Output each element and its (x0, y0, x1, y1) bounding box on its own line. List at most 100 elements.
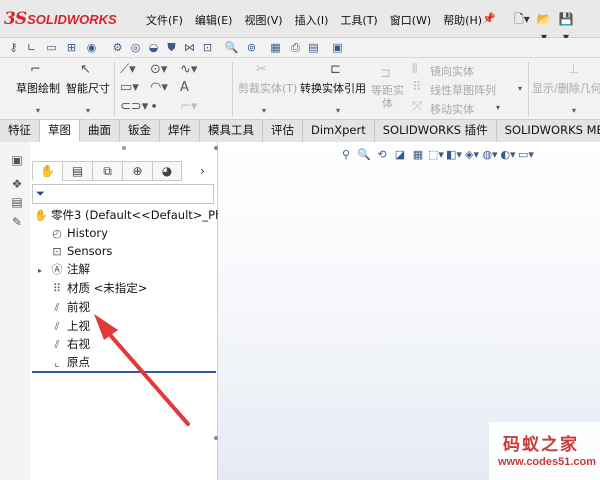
arc-icon[interactable]: ◠▾ (150, 80, 168, 95)
point-icon[interactable]: ∙ (150, 99, 158, 114)
zoom-icon[interactable]: 🔍 (224, 40, 239, 55)
globe-icon[interactable]: ◉ (84, 40, 99, 55)
zoom-area-icon[interactable]: 🔍 (356, 147, 372, 163)
tab-solidworks-mbd[interactable]: SOLIDWORKS MBD (496, 120, 600, 142)
tab-solidworks-addins[interactable]: SOLIDWORKS 插件 (374, 120, 497, 142)
gear-icon[interactable]: ⚙ (110, 40, 125, 55)
chevron-down-icon[interactable]: ▾ (86, 106, 90, 115)
text-icon[interactable]: A (180, 80, 189, 95)
rollback-bar[interactable] (32, 371, 216, 373)
expand-arrow-icon[interactable]: ▸ (38, 266, 42, 275)
display-manager-tab-icon[interactable]: ◕ (152, 161, 182, 181)
tree-item-sensors[interactable]: ⊡ Sensors (50, 242, 112, 260)
binoculars-icon[interactable]: ⊚ (244, 40, 259, 55)
tree-item-right-plane[interactable]: ⫽ 右视 (50, 335, 90, 353)
library-icon[interactable]: ❖ (9, 176, 25, 192)
tree-item-front-plane[interactable]: ⫽ 前视 (50, 298, 90, 316)
sketch-button[interactable]: 草图绘制 (16, 80, 60, 96)
offset-entities-button[interactable]: 等距实 体 (371, 84, 404, 110)
new-document-icon[interactable]: 🗋▾ (512, 10, 532, 28)
chevron-down-icon[interactable]: ▾ (336, 106, 340, 115)
tree-item-annotations[interactable]: Ⓐ 注解 (50, 260, 91, 278)
display-style-icon[interactable]: ◧▾ (446, 147, 462, 163)
tab-sketch[interactable]: 草图 (40, 120, 80, 142)
menu-tools[interactable]: 工具(T) (334, 12, 383, 28)
excel-icon[interactable]: ▦ (268, 40, 283, 55)
edit-appearance-icon[interactable]: ◍▾ (482, 147, 498, 163)
tab-sheet-metal[interactable]: 钣金 (120, 120, 160, 142)
tree-item-origin[interactable]: ⌞ 原点 (50, 353, 90, 371)
tree-filter-box[interactable]: ⏷ (32, 184, 214, 204)
network-icon[interactable]: ⊞ (64, 40, 79, 55)
dimxpert-manager-tab-icon[interactable]: ⊕ (122, 161, 152, 181)
configuration-manager-tab-icon[interactable]: ⧉ (92, 161, 122, 181)
smart-dimension-button[interactable]: 智能尺寸 (66, 80, 110, 96)
sensors-icon: ⊡ (52, 245, 62, 258)
appearance-icon[interactable]: ✎ (9, 214, 25, 230)
line-icon[interactable]: ⟋▾ (120, 62, 136, 77)
options-icon[interactable]: ▣ (330, 40, 345, 55)
dynamic-annotation-icon[interactable]: ▦ (410, 147, 426, 163)
key-icon[interactable]: ⚷ (6, 40, 21, 55)
shield-icon[interactable]: ⛊ (164, 40, 179, 55)
linear-pattern-icon: ⠿ (412, 80, 422, 95)
tab-evaluate[interactable]: 评估 (263, 120, 303, 142)
save-icon[interactable]: 💾▾ (556, 10, 576, 44)
report-icon[interactable]: ▤ (306, 40, 321, 55)
view-orientation-icon[interactable]: ⬚▾ (428, 147, 444, 163)
chevron-down-icon[interactable]: ▾ (572, 106, 576, 115)
target-icon[interactable]: ◎ (128, 40, 143, 55)
view-settings-icon[interactable]: ▭▾ (518, 147, 534, 163)
property-manager-tab-icon[interactable]: ▤ (62, 161, 92, 181)
tab-weldments[interactable]: 焊件 (160, 120, 200, 142)
spline-icon[interactable]: ∿▾ (180, 62, 197, 77)
grid-icon[interactable]: ⊡ (200, 40, 215, 55)
file-explorer-icon[interactable]: ▤ (9, 194, 25, 210)
chevron-right-icon[interactable]: › (200, 164, 205, 178)
tab-features[interactable]: 特征 (0, 120, 40, 142)
menu-window[interactable]: 窗口(W) (384, 12, 437, 28)
linear-pattern-button[interactable]: 线性草图阵列 (430, 82, 496, 98)
zoom-to-fit-icon[interactable]: ⚲ (338, 147, 354, 163)
tree-root-part[interactable]: ✋ 零件3 (Default<<Default>_Ph (34, 206, 222, 224)
print-icon[interactable]: ⎙ (288, 40, 303, 55)
tree-item-top-plane[interactable]: ⫽ 上视 (50, 317, 90, 335)
move-entities-button[interactable]: 移动实体 (430, 101, 474, 117)
open-folder-icon[interactable]: 📂▾ (534, 10, 554, 44)
tree-item-history[interactable]: ◴ History (50, 224, 108, 242)
axis-icon[interactable]: ∟ (24, 40, 39, 55)
slot-icon[interactable]: ⊂⊃▾ (120, 99, 148, 114)
chevron-down-icon[interactable]: ▾ (518, 84, 522, 93)
tree-item-material[interactable]: ⠿ 材质 <未指定> (50, 279, 147, 297)
section-view-icon[interactable]: ◪ (392, 147, 408, 163)
pin-icon[interactable]: 📌 (482, 12, 496, 25)
rectangle-icon[interactable]: ▭▾ (120, 80, 139, 95)
mirror-icon[interactable]: ⋈ (182, 40, 197, 55)
hide-show-items-icon[interactable]: ◈▾ (464, 147, 480, 163)
tab-mold-tools[interactable]: 模具工具 (200, 120, 263, 142)
feature-tree-tab-icon[interactable]: ✋ (32, 161, 62, 181)
main-menu: 文件(F) 编辑(E) 视图(V) 插入(I) 工具(T) 窗口(W) 帮助(H… (140, 12, 488, 28)
panel-grip[interactable] (122, 146, 126, 150)
menu-help[interactable]: 帮助(H) (437, 12, 488, 28)
convert-entities-button[interactable]: 转换实体引用 (300, 80, 366, 96)
circle-icon[interactable]: ⊙▾ (150, 62, 167, 77)
tab-dimxpert[interactable]: DimXpert (303, 120, 375, 142)
trim-button[interactable]: 剪裁实体(T) (238, 80, 297, 96)
tab-surfaces[interactable]: 曲面 (80, 120, 120, 142)
menu-view[interactable]: 视图(V) (238, 12, 288, 28)
chevron-down-icon[interactable]: ▾ (262, 106, 266, 115)
apply-scene-icon[interactable]: ◐▾ (500, 147, 516, 163)
monitor-icon[interactable]: ▭ (44, 40, 59, 55)
menu-file[interactable]: 文件(F) (140, 12, 189, 28)
3d-view-icon[interactable]: ▣ (9, 152, 25, 168)
previous-view-icon[interactable]: ⟲ (374, 147, 390, 163)
mirror-entities-button[interactable]: 镜向实体 (430, 63, 474, 79)
chevron-down-icon[interactable]: ▾ (36, 106, 40, 115)
show-hide-relations-button[interactable]: 显示/删除几何 (532, 80, 600, 96)
menu-edit[interactable]: 编辑(E) (189, 12, 239, 28)
fillet-icon[interactable]: ⌐▾ (180, 99, 197, 114)
chevron-down-icon[interactable]: ▾ (496, 103, 500, 112)
menu-insert[interactable]: 插入(I) (289, 12, 335, 28)
bowl-icon[interactable]: ◒ (146, 40, 161, 55)
